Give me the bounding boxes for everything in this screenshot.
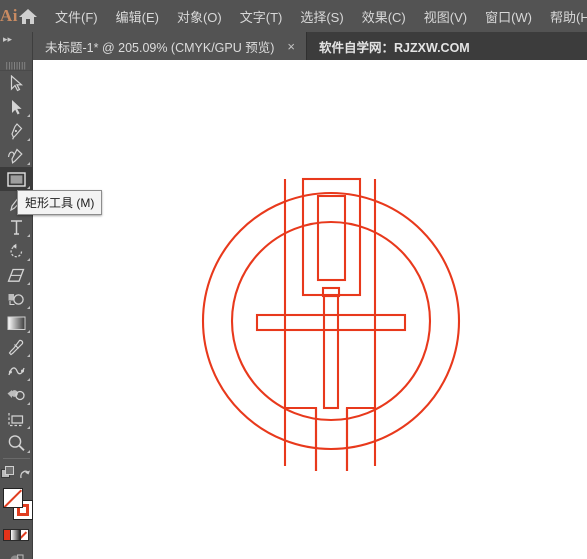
curvature-tool[interactable] [0, 143, 33, 167]
app-logo: Ai [0, 6, 18, 25]
undo-arrow-icon [19, 470, 30, 478]
tool-flyout-indicator-icon [26, 114, 30, 117]
shape-builder-tool[interactable] [0, 287, 33, 311]
menu-bar: Ai 文件(F) 编辑(E) 对象(O) 文字(T) 选择(S) 效果(C) 视… [0, 0, 587, 32]
tool-flyout-indicator-icon [26, 282, 30, 285]
illustrator-window: Ai 文件(F) 编辑(E) 对象(O) 文字(T) 选择(S) 效果(C) 视… [0, 0, 587, 559]
tool-tooltip: 矩形工具 (M) [17, 190, 103, 215]
tool-flyout-indicator-icon [26, 138, 30, 141]
artboard-tool[interactable] [0, 407, 33, 431]
tool-flyout-indicator-icon [26, 258, 30, 261]
tool-flyout-indicator-icon [26, 234, 30, 237]
panel-grip-handle[interactable]: |||||||| [0, 60, 32, 71]
menu-item-view[interactable]: 视图(V) [415, 3, 476, 30]
home-icon[interactable] [18, 0, 38, 32]
direct-selection-tool[interactable] [0, 95, 33, 119]
cross-bar [255, 313, 407, 332]
drawing-mode-button[interactable] [0, 548, 33, 559]
menu-item-effect[interactable]: 效果(C) [353, 3, 415, 30]
menu-item-edit[interactable]: 编辑(E) [107, 3, 168, 30]
tool-flyout-indicator-icon [26, 186, 30, 189]
menu-item-help[interactable]: 帮助(H) [541, 3, 587, 30]
tool-flyout-indicator-icon [26, 162, 30, 165]
fill-swatch[interactable] [2, 488, 23, 508]
tool-flyout-indicator-icon [26, 306, 30, 309]
tool-flyout-indicator-icon [26, 402, 30, 405]
tool-flyout-indicator-icon [26, 378, 30, 381]
tool-panel: ▸▸ |||||||| [0, 32, 33, 559]
pen-tool[interactable] [0, 119, 33, 143]
menu-item-object[interactable]: 对象(O) [168, 3, 231, 30]
document-tab-bar: 未标题-1* @ 205.09% (CMYK/GPU 预览) × 软件自学网：R… [0, 32, 587, 60]
document-tab-title: 未标题-1* @ 205.09% (CMYK/GPU 预览) [45, 40, 275, 55]
tool-flyout-indicator-icon [26, 450, 30, 453]
type-tool[interactable] [0, 215, 33, 239]
blend-tool[interactable] [0, 359, 33, 383]
menu-item-select[interactable]: 选择(S) [291, 3, 352, 30]
narrow-stem [322, 294, 340, 410]
menu-item-type[interactable]: 文字(T) [231, 3, 292, 30]
eraser-tool[interactable] [0, 263, 33, 287]
gradient-tool[interactable] [0, 311, 33, 335]
tool-flyout-indicator-icon [26, 330, 30, 333]
none-slash-icon [4, 489, 22, 507]
close-icon[interactable]: × [284, 40, 298, 53]
none-slash-icon [21, 530, 29, 540]
tool-flyout-indicator-icon [26, 426, 30, 429]
symbol-sprayer-tool[interactable] [0, 383, 33, 407]
zoom-tool[interactable] [0, 431, 33, 455]
outer-circle [201, 191, 461, 451]
panel-collapse-icon[interactable]: ▸▸ [0, 32, 32, 60]
rectangle-tool[interactable] [0, 167, 33, 191]
site-watermark-label: 软件自学网：RJZXW.COM [319, 40, 470, 55]
color-swatch-button[interactable] [2, 529, 12, 541]
gradient-swatch-button[interactable] [11, 529, 21, 541]
menu-item-list: 文件(F) 编辑(E) 对象(O) 文字(T) 选择(S) 效果(C) 视图(V… [46, 3, 587, 30]
group-shapes-icon [1, 466, 15, 478]
tool-panel-divider [2, 458, 30, 459]
inner-circle [230, 220, 432, 422]
menu-item-file[interactable]: 文件(F) [46, 3, 107, 30]
eyedropper-tool[interactable] [0, 335, 33, 359]
tool-flyout-indicator-icon [26, 354, 30, 357]
document-tab[interactable]: 未标题-1* @ 205.09% (CMYK/GPU 预览) × [33, 32, 308, 60]
tool-panel-extra-row [0, 462, 33, 484]
selection-tool[interactable] [0, 71, 33, 95]
fill-stroke-swatch[interactable] [0, 486, 33, 526]
lock-emblem-drawing [201, 177, 461, 471]
menu-item-window[interactable]: 窗口(W) [476, 3, 541, 30]
tool-list [0, 71, 33, 559]
color-mode-bar [0, 529, 33, 543]
artboard-canvas[interactable] [33, 60, 587, 559]
upper-inner-rect [316, 194, 347, 282]
none-swatch-button[interactable] [20, 529, 30, 541]
rotate-tool[interactable] [0, 239, 33, 263]
